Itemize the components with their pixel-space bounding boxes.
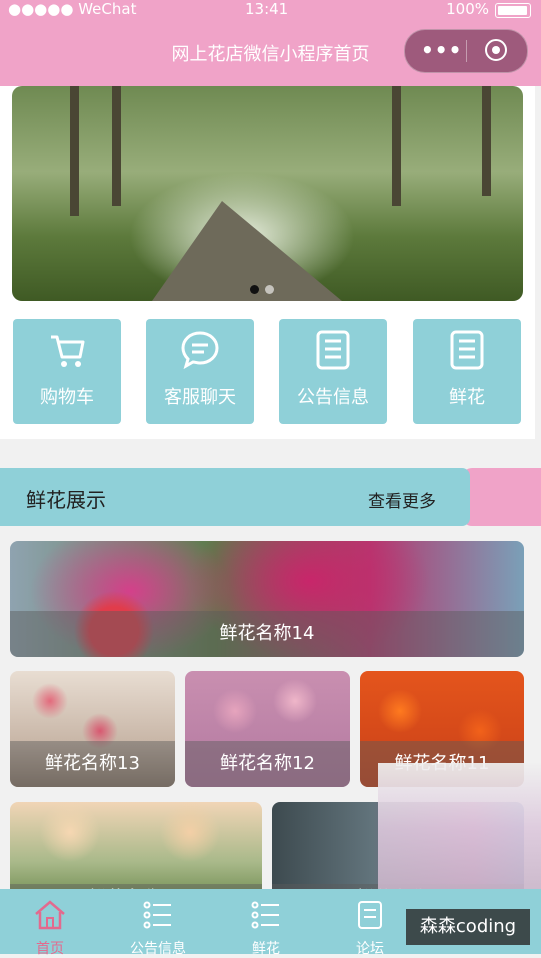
carousel-indicator [250, 279, 280, 298]
tab-label: 首页 [36, 941, 64, 957]
banner-carousel[interactable] [12, 86, 523, 301]
chat-icon [181, 331, 219, 370]
tab-notice[interactable]: 公告信息 [108, 889, 208, 957]
miniprogram-capsule: ••• [404, 29, 528, 73]
menu-label: 客服聊天 [164, 387, 236, 408]
watermark: 森森coding [406, 909, 530, 945]
tab-home[interactable]: 首页 [0, 889, 100, 957]
tree-trunk [112, 86, 121, 206]
tab-label: 鲜花 [252, 941, 280, 957]
capsule-divider [466, 40, 467, 62]
list-icon [143, 901, 171, 929]
carrier-label: ●●●●● WeChat [8, 0, 137, 18]
tab-flowers[interactable]: 鲜花 [216, 889, 316, 957]
product-name: 鲜花名称12 [185, 741, 350, 787]
blur-overlay [378, 763, 541, 893]
tree-trunk [70, 86, 79, 216]
menu-label: 鲜花 [449, 387, 485, 408]
cart-icon [51, 335, 85, 367]
battery-icon [495, 3, 531, 18]
menu-label: 购物车 [40, 387, 94, 408]
menu-cart[interactable]: 购物车 [13, 319, 121, 424]
menu-chat[interactable]: 客服聊天 [146, 319, 254, 424]
tab-label: 论坛 [356, 941, 384, 957]
carousel-dot-active[interactable] [250, 285, 259, 294]
clock: 13:41 [245, 0, 289, 18]
home-icon [35, 900, 65, 930]
product-card[interactable]: 鲜花名称10 [10, 802, 262, 902]
view-more-link[interactable]: 查看更多 [368, 487, 436, 512]
more-icon[interactable]: ••• [421, 38, 462, 62]
status-bar: ●●●●● WeChat 13:41 100% [0, 0, 541, 20]
product-card[interactable]: 鲜花名称14 [10, 541, 524, 657]
section-title: 鲜花展示 [26, 488, 106, 512]
tab-label: 公告信息 [130, 941, 186, 957]
road-path [152, 201, 342, 301]
tab-forum[interactable]: 论坛 [320, 889, 420, 957]
menu-flowers[interactable]: 鲜花 [413, 319, 521, 424]
carousel-dot[interactable] [265, 285, 274, 294]
quick-menu: 购物车 客服聊天 公告信息 鲜花 [0, 304, 535, 439]
close-miniprogram-icon[interactable] [485, 39, 507, 61]
tree-trunk [482, 86, 491, 196]
forum-icon [358, 901, 382, 929]
menu-label: 公告信息 [297, 387, 369, 408]
tree-trunk [392, 86, 401, 206]
product-card[interactable]: 鲜花名称12 [185, 671, 350, 787]
section-accent [462, 468, 541, 526]
product-name: 鲜花名称13 [10, 741, 175, 787]
battery-percent: 100% [446, 0, 489, 18]
product-card[interactable]: 鲜花名称13 [10, 671, 175, 787]
menu-notice[interactable]: 公告信息 [279, 319, 387, 424]
notice-icon [316, 330, 350, 370]
banner-section [0, 86, 535, 304]
list-icon [251, 901, 279, 929]
top-bar: ●●●●● WeChat 13:41 100% 网上花店微信小程序首页 ••• [0, 0, 541, 86]
section-header: 鲜花展示 查看更多 [0, 468, 541, 526]
flower-list-icon [450, 330, 484, 370]
product-name: 鲜花名称14 [10, 611, 524, 657]
